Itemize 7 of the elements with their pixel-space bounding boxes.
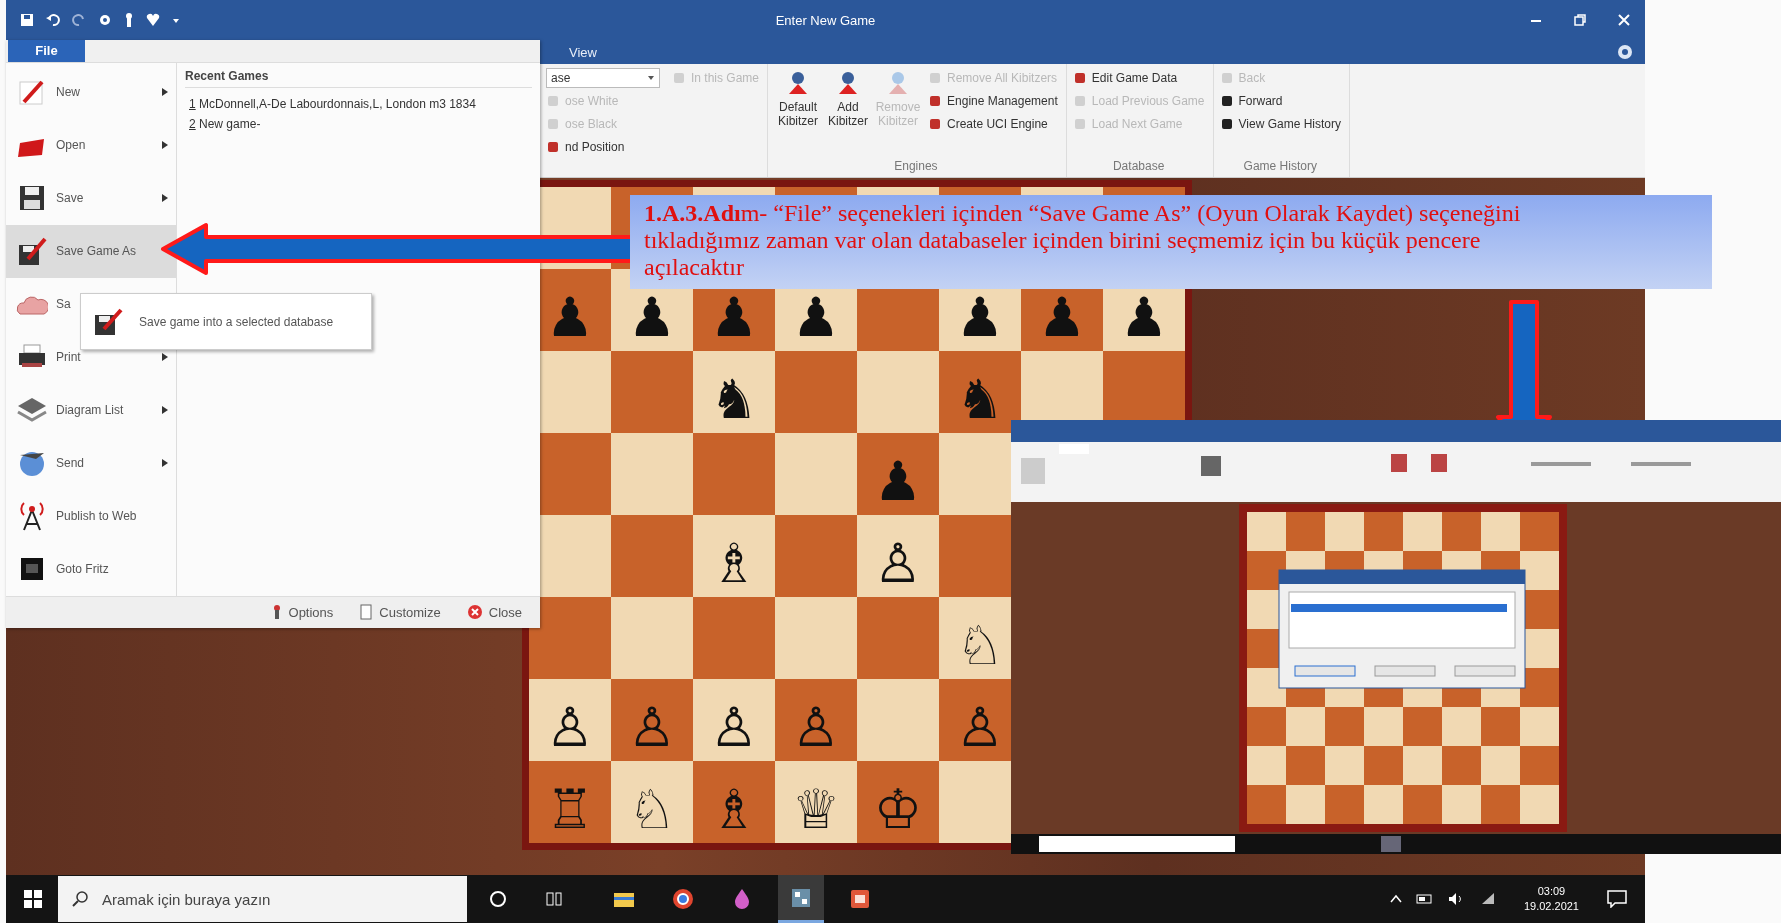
annotation-text: 1.A.3.Adım- “File” seçenekleri içinden “Save Game As” (Oyun Olarak Kaydet) seçeneğini tıkladığımız zaman var olan databaseler içinden birini seçmemiz için bu küçük pencere açılacaktır [644,200,1522,281]
group-label: Game History [1242,159,1318,173]
group-label: Database [1111,159,1166,173]
tooltip-text: Save game into a selected database [139,314,334,329]
window-title: Enter New Game [775,12,876,28]
recent-games-title: Recent Games [185,68,532,88]
group-label: Engines [893,159,939,173]
